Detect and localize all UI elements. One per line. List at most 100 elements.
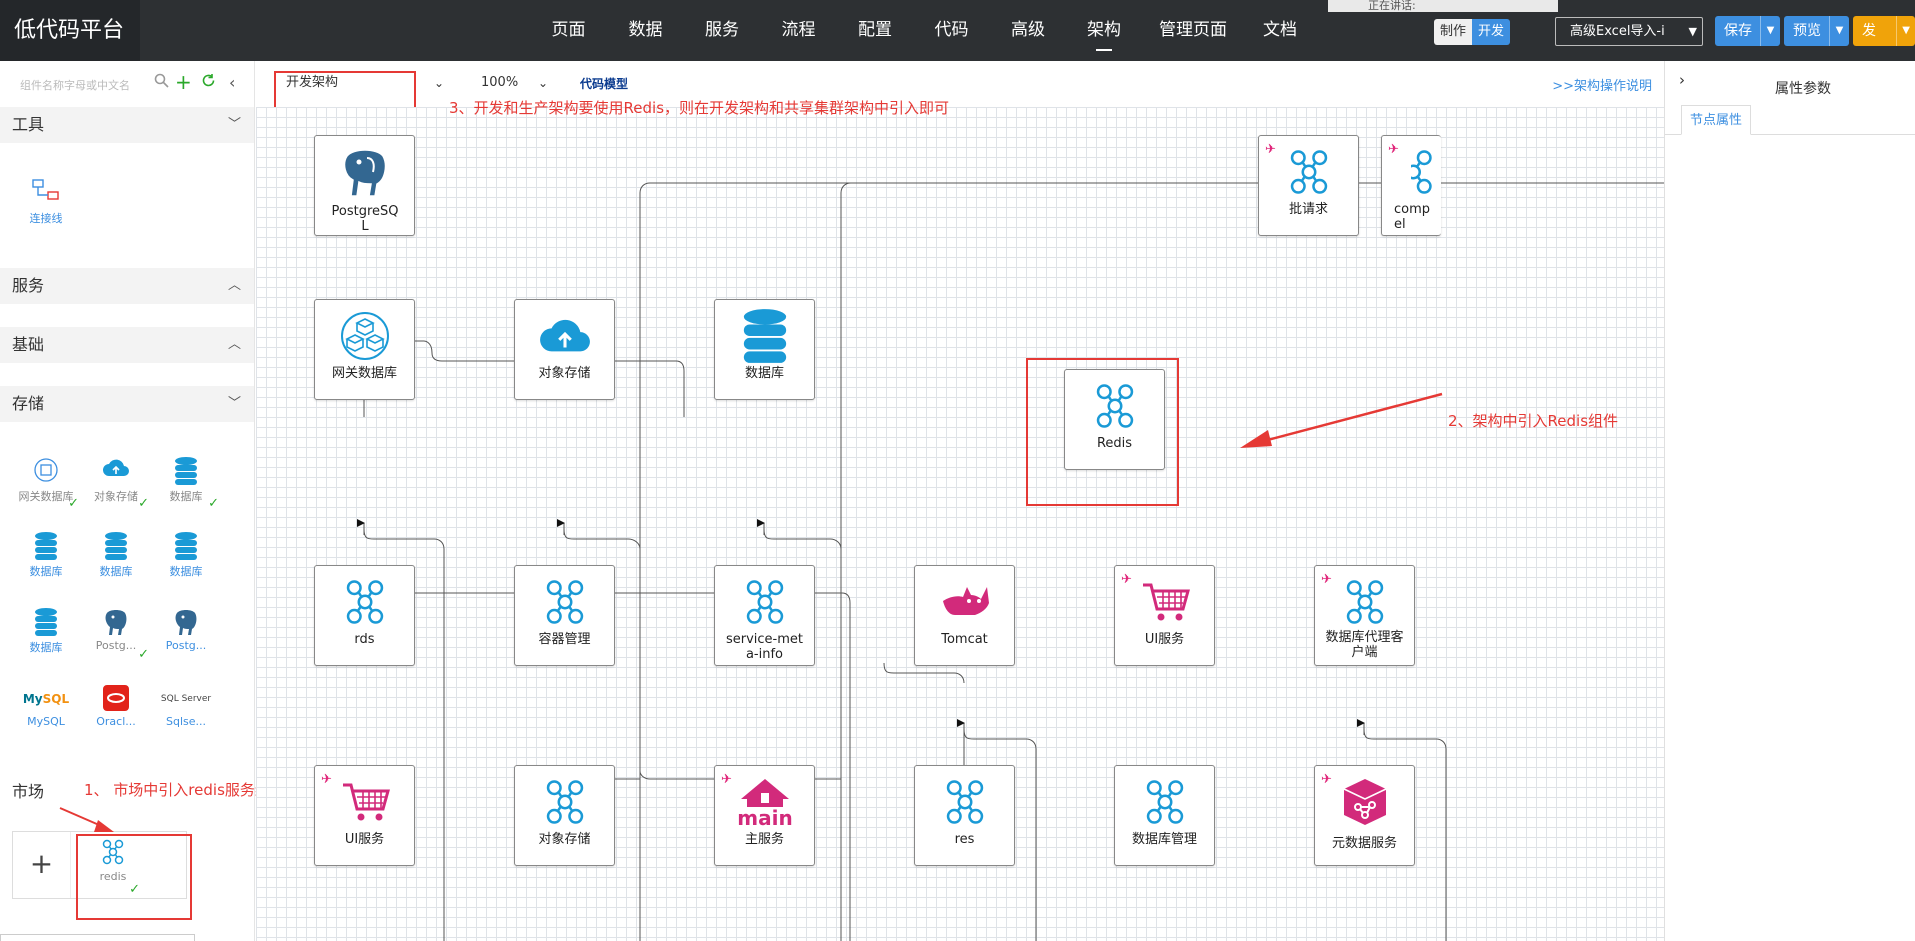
collapse-left-icon[interactable]: ‹ <box>229 73 235 92</box>
caret-down-icon[interactable]: ▼ <box>1896 16 1915 46</box>
nav-item-docs[interactable]: 文档 <box>1244 0 1316 61</box>
chevron-right-icon[interactable]: › <box>1679 71 1685 89</box>
nav-item-config[interactable]: 配置 <box>837 0 913 61</box>
chevron-down-icon[interactable]: ⌄ <box>434 71 444 95</box>
architecture-canvas: 开发架构 ⌄ 100% ⌄ 代码模型 >>架构操作说明 PostgreSQL ✈… <box>256 61 1664 941</box>
node-metadata-service[interactable]: ✈ 元数据服务 <box>1314 765 1415 866</box>
nav-item-flow[interactable]: 流程 <box>760 0 837 61</box>
search-icon[interactable] <box>154 73 169 92</box>
preview-button-label: 预览 <box>1793 23 1821 39</box>
arrow-annotation-step2 <box>1240 392 1443 448</box>
architecture-help-link[interactable]: >>架构操作说明 <box>1552 75 1652 94</box>
node-database[interactable]: 数据库 <box>714 299 815 400</box>
node-label: 批请求 <box>1288 202 1328 217</box>
top-bar: 低代码平台 页面 数据 服务 流程 配置 代码 高级 架构 管理页面 文档 正在… <box>0 0 1915 61</box>
palette-item-object-storage[interactable]: 对象存储 ✓ <box>81 456 151 511</box>
node-db-proxy-client[interactable]: ✈ 数据库代理客户端 <box>1314 565 1415 666</box>
palette-item-label: 数据库 <box>169 490 203 503</box>
chevron-down-icon[interactable]: ⌄ <box>538 71 548 95</box>
node-service-meta-info[interactable]: service-meta-info <box>714 565 815 666</box>
database-icon <box>151 456 221 488</box>
add-icon[interactable]: + <box>175 70 192 94</box>
palette-item-database[interactable]: 数据库 <box>151 531 221 579</box>
palette-item-label: 数据库 <box>29 641 63 654</box>
cluster-icon <box>515 774 614 830</box>
palette-item-mysql[interactable]: MySQL MySQL <box>11 683 81 728</box>
nav-item-code[interactable]: 代码 <box>913 0 990 61</box>
palette-item-database[interactable]: 数据库 ✓ <box>151 456 221 511</box>
palette-item-oracle[interactable]: Oracl... <box>81 683 151 728</box>
palette-item-database[interactable]: 数据库 <box>11 607 81 655</box>
node-postgresql[interactable]: PostgreSQL <box>314 135 415 236</box>
chevron-up-icon: ︿ <box>227 337 241 352</box>
node-object-storage[interactable]: 对象存储 <box>514 299 615 400</box>
palette-item-gateway-db[interactable]: 网关数据库 ✓ <box>11 456 81 511</box>
nav-item-service[interactable]: 服务 <box>684 0 760 61</box>
palette-item-connector[interactable]: 连接线 <box>11 178 81 226</box>
section-market-label: 市场 <box>12 782 45 801</box>
excel-import-select-value: 高级Excel导入-i <box>1570 24 1665 39</box>
node-gateway-db[interactable]: 网关数据库 <box>314 299 415 400</box>
node-container-management[interactable]: 容器管理 <box>514 565 615 666</box>
node-label: UI服务 <box>344 832 385 847</box>
palette-item-postgresql[interactable]: Postg... <box>151 607 221 652</box>
node-db-management[interactable]: 数据库管理 <box>1114 765 1215 866</box>
palette-item-label: Sqlse... <box>165 715 206 728</box>
tomcat-icon <box>915 574 1014 630</box>
properties-panel: › 属性参数 节点属性 <box>1664 61 1915 941</box>
shopping-cart-icon <box>315 774 414 830</box>
palette-item-label: 网关数据库 <box>18 490 74 503</box>
section-tools[interactable]: 工具 ﹀ <box>0 107 254 143</box>
node-main-service[interactable]: ✈ main 主服务 <box>714 765 815 866</box>
palette-item-label: MySQL <box>27 715 65 728</box>
highlight-box-redis-node <box>1026 358 1179 506</box>
refresh-icon[interactable] <box>201 73 216 92</box>
section-services[interactable]: 服务 ︿ <box>0 268 254 304</box>
palette-item-postgresql[interactable]: Postg... ✓ <box>81 607 151 662</box>
check-icon: ✓ <box>68 496 79 511</box>
section-basic[interactable]: 基础 ︿ <box>0 327 254 363</box>
node-rds[interactable]: rds <box>314 565 415 666</box>
mode-toggle[interactable]: 制作 开发 <box>1434 19 1511 45</box>
shopping-cart-icon <box>1115 574 1214 630</box>
mode-make-button[interactable]: 制作 <box>1434 19 1473 45</box>
caret-down-icon[interactable]: ▼ <box>1760 16 1780 46</box>
code-model-link[interactable]: 代码模型 <box>580 75 628 92</box>
mode-dev-button[interactable]: 开发 <box>1472 19 1511 45</box>
palette-item-database[interactable]: 数据库 <box>11 531 81 579</box>
node-label: rds <box>354 632 375 647</box>
canvas-grid[interactable]: PostgreSQL ✈ 批请求 ✈ compel 网关数据库 对象存储 数据库… <box>256 107 1664 941</box>
caret-down-icon[interactable]: ▼ <box>1829 16 1849 46</box>
node-ui-service-2[interactable]: ✈ UI服务 <box>314 765 415 866</box>
nav-item-page[interactable]: 页面 <box>530 0 607 61</box>
nav-item-admin-page[interactable]: 管理页面 <box>1142 0 1244 61</box>
node-compel[interactable]: ✈ compel <box>1381 135 1441 236</box>
tab-node-properties[interactable]: 节点属性 <box>1681 105 1752 135</box>
node-batch-request[interactable]: ✈ 批请求 <box>1258 135 1359 236</box>
node-object-storage-2[interactable]: 对象存储 <box>514 765 615 866</box>
zoom-select[interactable]: 100% <box>481 71 518 95</box>
node-res[interactable]: res <box>914 765 1015 866</box>
gateway-db-icon <box>11 456 81 488</box>
nav-item-data[interactable]: 数据 <box>607 0 684 61</box>
main-house-icon: main <box>715 774 814 830</box>
node-tomcat[interactable]: Tomcat <box>914 565 1015 666</box>
preview-button[interactable]: 预览 ▼ <box>1784 16 1849 46</box>
node-ui-service[interactable]: ✈ UI服务 <box>1114 565 1215 666</box>
postgresql-icon <box>81 607 151 639</box>
nav-item-architecture[interactable]: 架构 <box>1066 0 1142 61</box>
component-search-input[interactable] <box>20 75 148 95</box>
highlight-box-arch-select <box>274 71 416 109</box>
add-market-component-button[interactable]: + <box>13 832 71 898</box>
save-button[interactable]: 保存 ▼ <box>1715 16 1780 46</box>
app-title[interactable]: 低代码平台 <box>0 0 140 61</box>
section-storage[interactable]: 存储 ﹀ <box>0 386 254 422</box>
nav-item-advanced[interactable]: 高级 <box>990 0 1066 61</box>
excel-import-select[interactable]: 高级Excel导入-i ▼ <box>1555 17 1703 46</box>
mysql-icon: MySQL <box>22 692 70 706</box>
palette-item-database[interactable]: 数据库 <box>81 531 151 579</box>
svg-text:main: main <box>737 806 792 829</box>
node-label: 容器管理 <box>538 632 591 647</box>
publish-button[interactable]: 发布 ▼ <box>1853 16 1915 46</box>
palette-item-sqlserver[interactable]: SQL Server Sqlse... <box>151 683 221 728</box>
